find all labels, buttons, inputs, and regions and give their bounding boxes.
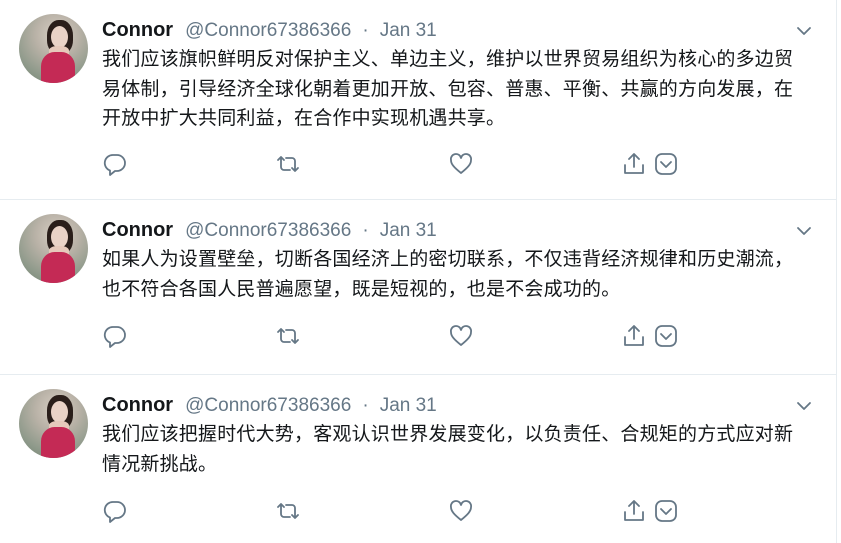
more-options-chevron-icon[interactable] <box>796 22 812 35</box>
dm-chevron-down-icon[interactable] <box>653 151 679 177</box>
tweet-actions <box>102 151 702 177</box>
tweet-text: 如果人为设置壁垒，切断各国经济上的密切联系，不仅违背经济规律和历史潮流，也不符合… <box>102 248 794 300</box>
tweet-header: Connor @Connor67386366 · Jan 31 <box>102 217 437 243</box>
tweet-actions <box>102 323 702 349</box>
share-icon[interactable] <box>621 498 647 524</box>
reply-icon[interactable] <box>102 498 128 524</box>
dm-chevron-down-icon[interactable] <box>653 498 679 524</box>
tweet-actions <box>102 498 702 524</box>
avatar[interactable] <box>19 389 88 458</box>
share-icon[interactable] <box>621 323 647 349</box>
tweet[interactable]: Connor @Connor67386366 · Jan 31 我们应该把握时代… <box>0 375 836 543</box>
retweet-icon[interactable] <box>275 323 301 349</box>
author-name[interactable]: Connor <box>102 19 173 41</box>
like-icon[interactable] <box>448 151 474 177</box>
tweet-date[interactable]: Jan 31 <box>380 395 437 416</box>
tweet[interactable]: Connor @Connor67386366 · Jan 31 如果人为设置壁垒… <box>0 200 836 375</box>
like-icon[interactable] <box>448 323 474 349</box>
avatar[interactable] <box>19 214 88 283</box>
more-options-chevron-icon[interactable] <box>796 397 812 410</box>
author-handle[interactable]: @Connor67386366 <box>185 20 351 41</box>
author-handle[interactable]: @Connor67386366 <box>185 395 351 416</box>
tweet-header: Connor @Connor67386366 · Jan 31 <box>102 17 437 43</box>
author-name[interactable]: Connor <box>102 394 173 416</box>
avatar[interactable] <box>19 14 88 83</box>
author-name[interactable]: Connor <box>102 219 173 241</box>
share-icon[interactable] <box>621 151 647 177</box>
tweet-feed: Connor @Connor67386366 · Jan 31 我们应该旗帜鲜明… <box>0 0 837 543</box>
author-handle[interactable]: @Connor67386366 <box>185 220 351 241</box>
tweet-text: 我们应该把握时代大势，客观认识世界发展变化，以负责任、合规矩的方式应对新情况新挑… <box>102 423 794 475</box>
retweet-icon[interactable] <box>275 151 301 177</box>
tweet[interactable]: Connor @Connor67386366 · Jan 31 我们应该旗帜鲜明… <box>0 0 836 200</box>
tweet-header: Connor @Connor67386366 · Jan 31 <box>102 392 437 418</box>
tweet-date[interactable]: Jan 31 <box>380 20 437 41</box>
tweet-text: 我们应该旗帜鲜明反对保护主义、单边主义，维护以世界贸易组织为核心的多边贸易体制，… <box>102 48 794 129</box>
reply-icon[interactable] <box>102 151 128 177</box>
separator-dot: · <box>362 20 369 41</box>
retweet-icon[interactable] <box>275 498 301 524</box>
reply-icon[interactable] <box>102 323 128 349</box>
dm-chevron-down-icon[interactable] <box>653 323 679 349</box>
separator-dot: · <box>362 395 369 416</box>
more-options-chevron-icon[interactable] <box>796 222 812 235</box>
like-icon[interactable] <box>448 498 474 524</box>
separator-dot: · <box>362 220 369 241</box>
tweet-date[interactable]: Jan 31 <box>380 220 437 241</box>
